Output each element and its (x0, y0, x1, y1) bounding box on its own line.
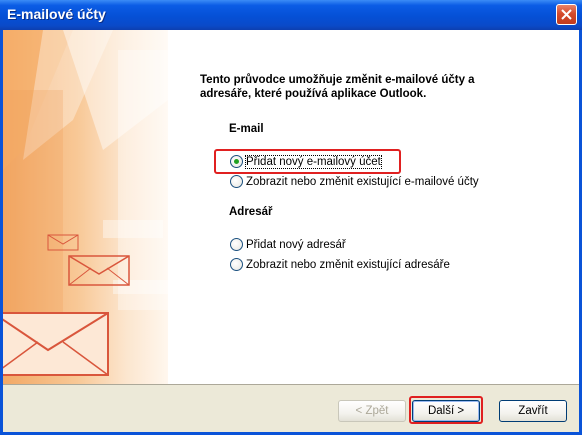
title-bar[interactable]: E-mailové účty (0, 0, 582, 30)
radio-label: Přidat nový e-mailový účet (245, 154, 382, 169)
dialog-window: E-mailové účty Tento průvodce umožňuje z… (0, 0, 582, 435)
radio-button[interactable] (230, 258, 243, 271)
radio-button[interactable] (230, 238, 243, 251)
radio-add-address-book[interactable]: Přidat nový adresář (230, 238, 346, 251)
radio-button[interactable] (230, 175, 243, 188)
radio-label: Přidat nový adresář (246, 238, 346, 251)
button-bar: < Zpět Další > Zavřít (3, 384, 579, 432)
back-button[interactable]: < Zpět (338, 400, 406, 422)
radio-view-email-accounts[interactable]: Zobrazit nebo změnit existující e-mailov… (230, 175, 479, 188)
intro-line-1: Tento průvodce umožňuje změnit e-mailové… (200, 74, 475, 86)
wizard-content: Tento průvodce umožňuje změnit e-mailové… (168, 30, 579, 384)
email-section-heading: E-mail (229, 123, 264, 135)
dialog-client-area: Tento průvodce umožňuje změnit e-mailové… (3, 30, 579, 432)
envelope-graphic (3, 30, 168, 376)
window-title: E-mailové účty (7, 6, 106, 22)
radio-label: Zobrazit nebo změnit existující adresáře (246, 258, 450, 271)
close-icon (561, 9, 572, 20)
close-dialog-button[interactable]: Zavřít (499, 400, 567, 422)
close-button[interactable] (556, 4, 577, 25)
addressbook-section-heading: Adresář (229, 206, 273, 218)
intro-line-2: adresáře, které používá aplikace Outlook… (200, 88, 427, 100)
radio-view-address-books[interactable]: Zobrazit nebo změnit existující adresáře (230, 258, 450, 271)
radio-label: Zobrazit nebo změnit existující e-mailov… (246, 175, 479, 188)
radio-add-email-account[interactable]: Přidat nový e-mailový účet (230, 154, 382, 169)
next-button[interactable]: Další > (412, 400, 480, 422)
radio-button-checked[interactable] (230, 155, 243, 168)
wizard-side-graphic (3, 30, 168, 384)
intro-text: Tento průvodce umožňuje změnit e-mailové… (200, 73, 570, 101)
